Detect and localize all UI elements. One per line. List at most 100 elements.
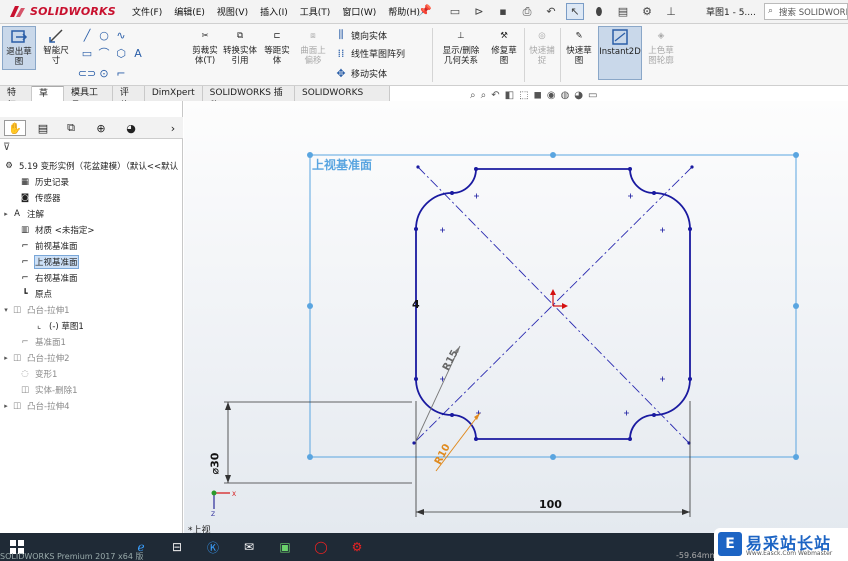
configuration-manager-tab-icon[interactable]: ⧉ <box>60 120 82 136</box>
dimxpert-manager-tab-icon[interactable]: ⊕ <box>90 120 112 136</box>
options-gear-icon[interactable]: ⚙ <box>638 3 656 20</box>
filter-icon[interactable]: ⊽ <box>3 142 17 156</box>
exit-sketch-button[interactable]: 退出草图 <box>2 26 36 70</box>
view-settings-icon[interactable]: ▭ <box>588 90 597 101</box>
instant2d-button[interactable]: Instant2D <box>598 26 642 80</box>
tab-mold-tools[interactable]: 模具工具 <box>63 86 113 111</box>
shaded-sketch-contours-button[interactable]: ◈ 上色草图轮廓 <box>644 26 678 70</box>
rapid-sketch-button[interactable]: ✎ 快速草图 <box>562 26 596 70</box>
zoom-area-icon[interactable]: ⌕ <box>481 90 487 101</box>
offset-on-surface-button[interactable]: ⧈ 曲面上偏移 <box>296 26 330 70</box>
menu-tools[interactable]: 工具(T) <box>300 5 331 18</box>
tree-item-deform1[interactable]: ◌ 变形1 <box>10 366 57 382</box>
menu-window[interactable]: 窗口(W) <box>342 5 376 18</box>
tree-root[interactable]: ⚙ 5.19 变形实例（花盆建模）（默认<<默认 <box>2 158 178 174</box>
menu-insert[interactable]: 插入(I) <box>260 5 288 18</box>
hide-show-icon[interactable]: ◉ <box>547 90 556 101</box>
linear-pattern-button[interactable]: ⁞⁞ 线性草图阵列 <box>334 46 406 60</box>
text-icon[interactable]: A <box>131 46 145 60</box>
fillet-icon[interactable]: ⌐ <box>114 66 128 80</box>
spline-icon[interactable]: ∿ <box>114 28 128 42</box>
pin-icon[interactable]: 📌 <box>418 4 432 17</box>
display-delete-relations-button[interactable]: ⊥ 显示/删除几何关系 <box>438 26 484 70</box>
opera-icon[interactable]: ◯ <box>310 537 332 557</box>
menu-help[interactable]: 帮助(H) <box>388 5 420 18</box>
polygon-icon[interactable]: ⬡ <box>114 46 128 60</box>
menu-edit[interactable]: 编辑(E) <box>174 5 205 18</box>
move-entities-button[interactable]: ✥ 移动实体 <box>334 66 387 80</box>
zoom-to-fit-icon[interactable]: ⌕ <box>470 90 476 101</box>
expand-icon[interactable]: ▸ <box>2 402 10 410</box>
store-icon[interactable]: ⊟ <box>166 537 188 557</box>
property-manager-tab-icon[interactable]: ▤ <box>32 120 54 136</box>
tab-sketch[interactable]: 草图 <box>31 86 64 112</box>
undo-icon[interactable]: ↶ <box>542 3 560 20</box>
tree-item-top-plane[interactable]: ⌐ 上视基准面 <box>10 254 79 270</box>
tree-item-front-plane[interactable]: ⌐ 前视基准面 <box>10 238 77 254</box>
save-icon[interactable]: ▪ <box>494 3 512 20</box>
menu-view[interactable]: 视图(V) <box>217 5 248 18</box>
display-manager-tab-icon[interactable]: ◕ <box>120 120 142 136</box>
circle-icon[interactable]: ○ <box>97 28 111 42</box>
iqiyi-icon[interactable]: ▣ <box>274 537 296 557</box>
tab-features[interactable]: 特征 <box>0 86 32 111</box>
new-icon[interactable]: ▭ <box>446 3 464 20</box>
convert-entities-button[interactable]: ⧉ 转换实体引用 <box>222 26 258 70</box>
tree-item-boss-extrude2[interactable]: ▸ ◫ 凸台-拉伸2 <box>2 350 69 366</box>
tab-dimxpert[interactable]: DimXpert <box>144 86 203 101</box>
open-icon[interactable]: ⊳ <box>470 3 488 20</box>
pin-doc-icon[interactable]: ⊥ <box>662 3 680 20</box>
tree-item-body-delete1[interactable]: ◫ 实体-删除1 <box>10 382 78 398</box>
rectangle-icon[interactable]: ▭ <box>80 46 94 60</box>
offset-entities-button[interactable]: ⊏ 等距实体 <box>260 26 294 70</box>
collapse-icon[interactable]: ▾ <box>2 306 10 314</box>
tree-item-material[interactable]: ▥ 材质 <未指定> <box>10 222 94 238</box>
smart-dimension-button[interactable]: 智能尺寸 <box>38 26 74 70</box>
point-icon[interactable]: ⊙ <box>97 66 111 80</box>
mail-icon[interactable]: ✉ <box>238 537 260 557</box>
traffic-light-icon[interactable]: ⬮ <box>590 3 608 20</box>
slot-icon[interactable]: ⊂⊃ <box>78 66 96 80</box>
expand-icon[interactable]: ▸ <box>2 210 10 218</box>
graphics-area[interactable]: X Z 上视基准面 4 R15 R10 ⌀30 100 *上视 <box>184 101 848 536</box>
k-app-icon[interactable]: Ⓚ <box>202 537 224 557</box>
print-icon[interactable]: ⎙ <box>518 3 536 20</box>
trim-entities-button[interactable]: ✂ 剪裁实体(T) <box>188 26 222 70</box>
section-view-icon[interactable]: ◧ <box>505 90 514 101</box>
mirror-entities-button[interactable]: ⫼ 镜向实体 <box>334 28 387 42</box>
display-style-icon[interactable]: ◼ <box>534 90 542 101</box>
view-orientation-icon[interactable]: ⬚ <box>519 90 528 101</box>
search-input[interactable]: ⌕ 搜索 SOLIDWORKS <box>764 3 848 20</box>
tree-item-history[interactable]: ▦ 历史记录 <box>10 174 69 190</box>
tree-item-sensors[interactable]: ◙ 传感器 <box>10 190 61 206</box>
tree-item-right-plane[interactable]: ⌐ 右视基准面 <box>10 270 77 286</box>
tree-item-origin[interactable]: ┗ 原点 <box>10 286 52 302</box>
tab-evaluate[interactable]: 评估 <box>112 86 145 111</box>
tree-item-annotations[interactable]: ▸ A 注解 <box>2 206 44 222</box>
edit-appearance-icon[interactable]: ◍ <box>561 90 570 101</box>
trim-icon: ✂ <box>201 31 209 41</box>
tree-item-boss-extrude1[interactable]: ▾ ◫ 凸台-拉伸1 <box>2 302 69 318</box>
select-icon[interactable]: ↖ <box>566 3 584 20</box>
tree-item-sketch1[interactable]: ⌞ (-) 草图1 <box>24 318 84 334</box>
dim-100-label[interactable]: 100 <box>539 498 562 511</box>
quick-snaps-button[interactable]: ◎ 快速捕捉 <box>526 26 558 70</box>
tree-item-boss-extrude4[interactable]: ▸ ◫ 凸台-拉伸4 <box>2 398 69 414</box>
solidworks-taskbar-icon[interactable]: ⚙ <box>346 537 368 557</box>
solidworks-logo[interactable]: SOLIDWORKS <box>8 4 116 20</box>
panel-more-chevron-icon[interactable]: › <box>162 120 184 136</box>
tab-solidworks-addins[interactable]: SOLIDWORKS 插件 <box>202 86 295 111</box>
line-icon[interactable]: ╱ <box>80 28 94 42</box>
menu-file[interactable]: 文件(F) <box>132 5 162 18</box>
previous-view-icon[interactable]: ↶ <box>491 90 499 101</box>
tree-item-plane1[interactable]: ⌐ 基准面1 <box>10 334 65 350</box>
file-properties-icon[interactable]: ▤ <box>614 3 632 20</box>
tab-solidworks-mbd[interactable]: SOLIDWORKS MBD <box>294 86 391 111</box>
repair-sketch-button[interactable]: ⚒ 修复草图 <box>486 26 522 70</box>
feature-manager-tab-icon[interactable]: ✋ <box>4 120 26 136</box>
quick-access-toolbar: ▭ ⊳ ▪ ⎙ ↶ ↖ ⬮ ▤ ⚙ ⊥ <box>446 3 680 20</box>
dim-diameter-label[interactable]: ⌀30 <box>208 453 221 475</box>
scene-icon[interactable]: ◕ <box>574 90 583 101</box>
expand-icon[interactable]: ▸ <box>2 354 10 362</box>
arc-icon[interactable]: ⌒ <box>97 46 111 60</box>
